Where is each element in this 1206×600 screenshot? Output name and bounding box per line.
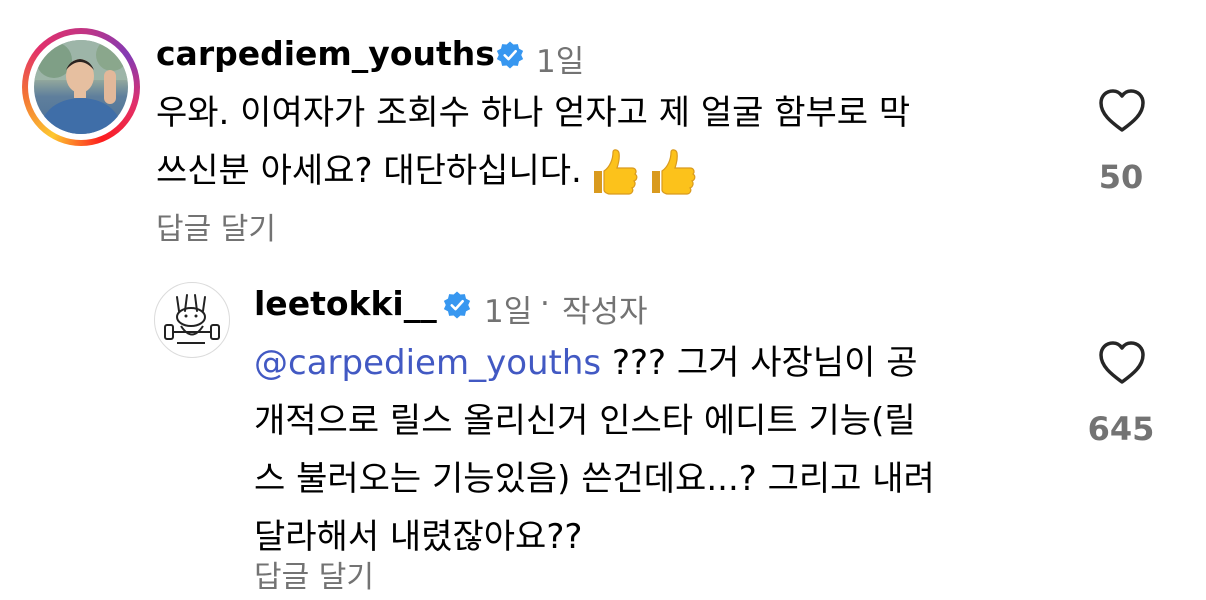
comment-username[interactable]: leetokki__ bbox=[254, 284, 437, 323]
like-count: 645 bbox=[1087, 410, 1155, 448]
avatar bbox=[34, 40, 128, 134]
meta-separator: · bbox=[540, 286, 550, 322]
avatar-story-ring[interactable] bbox=[22, 28, 140, 146]
reply-button[interactable]: 답글 달기 bbox=[254, 552, 374, 596]
mention-link[interactable]: @carpediem_youths bbox=[254, 343, 601, 383]
comment-time: 1일 bbox=[536, 44, 585, 80]
verified-badge-icon bbox=[496, 41, 524, 69]
comment-text: 우와. 이여자가 조회수 하나 얻자고 제 얼굴 함부로 막 쓰신분 아세요? … bbox=[156, 84, 910, 200]
avatar[interactable] bbox=[154, 282, 230, 358]
verified-badge-icon bbox=[443, 291, 471, 319]
heart-icon[interactable] bbox=[1097, 88, 1147, 134]
reply-button[interactable]: 답글 달기 bbox=[156, 204, 276, 248]
thumbs-up-emoji bbox=[651, 148, 696, 195]
comment-text: @carpediem_youths ??? 그거 사장님이 공 개적으로 릴스 … bbox=[254, 334, 935, 566]
comment-text-line: 우와. 이여자가 조회수 하나 얻자고 제 얼굴 함부로 막 bbox=[156, 93, 911, 133]
comment-text-line: @carpediem_youths ??? 그거 사장님이 공 bbox=[254, 343, 918, 383]
comment-text-line: 쓰신분 아세요? 대단하십니다. bbox=[156, 142, 910, 200]
comment-time: 1일 bbox=[484, 294, 533, 330]
author-badge: 작성자 bbox=[562, 294, 648, 330]
thumbs-up-emoji bbox=[593, 148, 638, 195]
like-count: 50 bbox=[1098, 158, 1144, 196]
comment-text-line: 스 불러오는 기능있음) 쓴건데요...? 그리고 내려 bbox=[254, 459, 935, 499]
comment-text-line: 개적으로 릴스 올리신거 인스타 에디트 기능(릴 bbox=[254, 401, 916, 441]
heart-icon[interactable] bbox=[1097, 340, 1147, 386]
comment-username[interactable]: carpediem_youths bbox=[156, 34, 495, 73]
